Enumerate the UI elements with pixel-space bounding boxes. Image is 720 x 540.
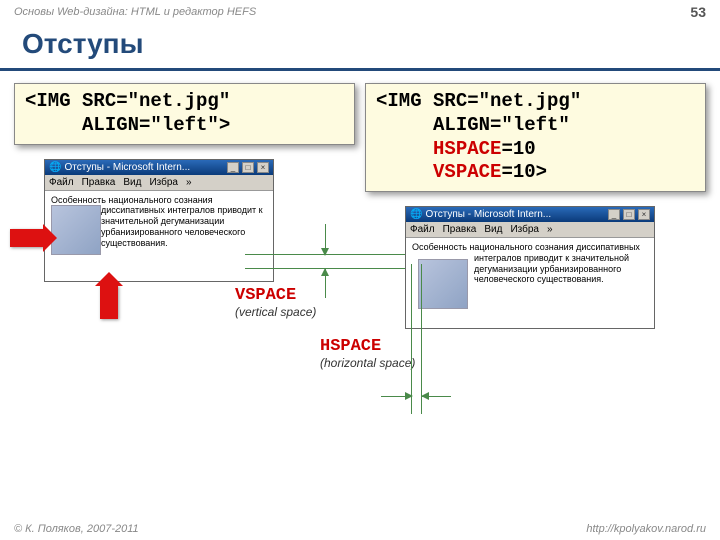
hspace-sublabel: (horizontal space) xyxy=(320,356,720,370)
browser-titlebar-2: 🌐 Отступы - Microsoft Intern... _ □ × xyxy=(406,207,654,222)
text-line2: сознания диссипативных xyxy=(535,242,640,252)
hspace-arrowhead-left-icon xyxy=(421,392,429,400)
ie-icon: 🌐 xyxy=(410,209,422,220)
menu-view: Вид xyxy=(484,224,502,235)
vspace-sublabel: (vertical space) xyxy=(235,305,365,319)
browser-title-text: Отступы - Microsoft Intern... xyxy=(64,162,190,173)
footer-url: http://kpolyakov.narod.ru xyxy=(586,523,706,535)
maximize-icon: □ xyxy=(623,209,635,220)
hspace-label-block: HSPACE (horizontal space) xyxy=(320,337,720,370)
vspace-arrowhead-up-icon xyxy=(321,268,329,276)
text-line1: Особенность национального xyxy=(412,242,533,252)
menu-file: Файл xyxy=(410,224,435,235)
vspace-guide-top xyxy=(245,254,417,255)
page-number: 53 xyxy=(690,4,706,20)
vspace-arrowhead-down-icon xyxy=(321,248,329,256)
menu-view: Вид xyxy=(123,177,141,188)
vspace-label-block: VSPACE (vertical space) xyxy=(235,286,365,319)
browser-title-text-2: Отступы - Microsoft Intern... xyxy=(425,209,551,220)
vspace-label: VSPACE xyxy=(235,286,365,305)
ie-icon: 🌐 xyxy=(49,162,61,173)
browser-content-right: Особенность национального сознания дисси… xyxy=(406,238,654,328)
text-line3: интегралов приводит к значительной дегум… xyxy=(474,253,629,285)
text-line1: Особенность национального xyxy=(51,195,172,205)
maximize-icon: □ xyxy=(242,162,254,173)
red-arrow-up-icon xyxy=(100,285,118,319)
image-placeholder xyxy=(418,259,468,309)
menu-more-icon: » xyxy=(547,224,553,235)
menu-fav: Избра xyxy=(510,224,539,235)
browser-titlebar: 🌐 Отступы - Microsoft Intern... _ □ × xyxy=(45,160,273,175)
header: Основы Web-дизайна: HTML и редактор HEFS… xyxy=(0,0,720,24)
page-title: Отступы xyxy=(0,24,720,71)
menu-more-icon: » xyxy=(186,177,192,188)
browser-window-left: 🌐 Отступы - Microsoft Intern... _ □ × Фа… xyxy=(44,159,274,282)
vspace-guide-bottom xyxy=(245,268,417,269)
minimize-icon: _ xyxy=(608,209,620,220)
hspace-label: HSPACE xyxy=(320,337,720,356)
hspace-arrowhead-right-icon xyxy=(405,392,413,400)
menu-fav: Избра xyxy=(149,177,178,188)
menu-file: Файл xyxy=(49,177,74,188)
red-arrow-right-icon xyxy=(10,229,44,247)
browser-content-left: Особенность национального сознания дисси… xyxy=(45,191,273,281)
breadcrumb: Основы Web-дизайна: HTML и редактор HEFS xyxy=(14,6,256,18)
browser-menubar: Файл Правка Вид Избра » xyxy=(45,175,273,191)
code-example-left: <IMG SRC="net.jpg" ALIGN="left"> xyxy=(14,83,355,145)
minimize-icon: _ xyxy=(227,162,239,173)
browser-window-right: 🌐 Отступы - Microsoft Intern... _ □ × Фа… xyxy=(405,206,655,329)
copyright: © К. Поляков, 2007-2011 xyxy=(14,523,139,535)
close-icon: × xyxy=(257,162,269,173)
browser-menubar-2: Файл Правка Вид Избра » xyxy=(406,222,654,238)
right-column: <IMG SRC="net.jpg" ALIGN="left" HSPACE=1… xyxy=(365,83,706,329)
footer: © К. Поляков, 2007-2011 http://kpolyakov… xyxy=(0,518,720,540)
close-icon: × xyxy=(638,209,650,220)
menu-edit: Правка xyxy=(443,224,477,235)
image-placeholder xyxy=(51,205,101,255)
code-example-right: <IMG SRC="net.jpg" ALIGN="left" HSPACE=1… xyxy=(365,83,706,192)
menu-edit: Правка xyxy=(82,177,116,188)
